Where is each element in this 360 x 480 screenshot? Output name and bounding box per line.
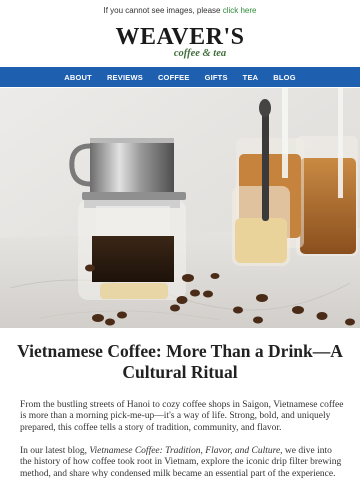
- article-title: Vietnamese Coffee: More Than a Drink—A C…: [17, 341, 343, 382]
- article-paragraph-1: From the bustling streets of Hanoi to co…: [20, 400, 344, 433]
- view-in-browser-link[interactable]: click here: [223, 6, 257, 15]
- nav-item-reviews[interactable]: REVIEWS: [107, 73, 143, 82]
- p2-intro: In our latest blog,: [20, 446, 90, 456]
- nav-item-blog[interactable]: BLOG: [273, 73, 295, 82]
- nav-item-gifts[interactable]: GIFTS: [205, 73, 228, 82]
- nav-item-about[interactable]: ABOUT: [64, 73, 92, 82]
- preheader: If you cannot see images, please click h…: [0, 0, 360, 22]
- preheader-text: If you cannot see images, please: [103, 6, 223, 15]
- nav-item-coffee[interactable]: COFFEE: [158, 73, 190, 82]
- nav-item-tea[interactable]: TEA: [243, 73, 259, 82]
- logo-wordmark: WEAVER'S: [115, 24, 245, 50]
- hero-image[interactable]: [0, 88, 360, 328]
- vietnamese-coffee-photo: [0, 88, 360, 328]
- article-paragraph-2: In our latest blog, Vietnamese Coffee: T…: [20, 446, 345, 480]
- logo-tagline: coffee & tea: [173, 48, 227, 59]
- blog-title-italic: Vietnamese Coffee: Tradition, Flavor, an…: [89, 446, 281, 456]
- main-nav: ABOUT REVIEWS COFFEE GIFTS TEA BLOG: [0, 67, 360, 87]
- brand-logo[interactable]: WEAVER'S coffee & tea: [0, 24, 360, 64]
